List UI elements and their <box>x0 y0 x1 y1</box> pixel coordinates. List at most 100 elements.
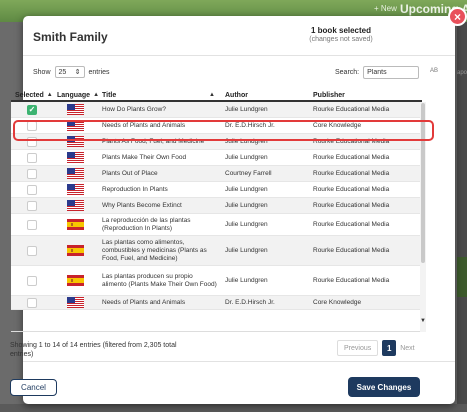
us-flag-icon <box>67 168 84 179</box>
column-author[interactable]: Author <box>221 88 309 102</box>
column-title[interactable]: Title ▲ <box>98 88 221 102</box>
page-1-button[interactable]: 1 <box>382 340 397 356</box>
column-language-label: Language <box>57 91 91 99</box>
entries-select[interactable]: 25 ⇕ <box>54 66 85 78</box>
language-cell <box>53 198 98 213</box>
language-cell <box>53 236 98 265</box>
checkbox[interactable] <box>27 219 37 230</box>
us-flag-icon <box>67 184 84 195</box>
title-cell: Needs of Plants and Animals <box>102 298 186 306</box>
checkbox[interactable] <box>27 200 37 211</box>
column-author-label: Author <box>225 91 248 99</box>
author-cell: Dr. E.D.Hirsch Jr. <box>225 121 275 129</box>
select-cell <box>11 150 53 165</box>
publisher-cell: Rourke Educational Media <box>313 201 390 209</box>
title-cell: Las plantas producen su propio alimento … <box>102 272 217 288</box>
language-cell <box>53 166 98 181</box>
spain-flag-icon <box>67 219 84 230</box>
publisher-cell: Rourke Educational Media <box>313 246 390 254</box>
checkbox[interactable] <box>27 136 37 147</box>
select-cell <box>11 236 53 265</box>
title-cell: Plants Out of Place <box>102 169 158 177</box>
header-divider <box>23 55 455 56</box>
cancel-button[interactable]: Cancel <box>10 379 57 396</box>
publisher-cell: Rourke Educational Media <box>313 185 390 193</box>
checkbox[interactable] <box>27 152 37 163</box>
checkbox[interactable] <box>27 168 37 179</box>
table-header: Selected ▲ Language ▲ Title ▲ Author Publis… <box>11 88 422 102</box>
column-language[interactable]: Language ▲ <box>53 88 99 102</box>
checkbox[interactable] <box>27 184 37 195</box>
table-row[interactable]: Plants Make Their Own Food Julie Lundgren… <box>11 150 422 166</box>
publisher-cell: Rourke Educational Media <box>313 153 390 161</box>
us-flag-icon <box>67 152 84 163</box>
author-cell: Julie Lundgren <box>225 137 268 145</box>
select-cell <box>11 214 53 235</box>
us-flag-icon <box>67 297 84 308</box>
entries-select-value: 25 <box>58 68 67 76</box>
us-flag-icon <box>67 136 84 147</box>
modal-title: Smith Family <box>33 30 108 44</box>
author-cell: Julie Lundgren <box>225 185 268 193</box>
title-cell: La reproducción de las plantas (Reproduc… <box>102 216 191 232</box>
select-cell <box>11 118 53 133</box>
table-row[interactable]: Plants Out of Place Courtney Farrell Rourk… <box>11 166 422 182</box>
table-row[interactable]: Las plantas como alimentos, combustibles… <box>11 236 422 266</box>
spain-flag-icon <box>67 245 84 256</box>
select-cell <box>11 296 53 309</box>
sort-asc-icon: ▲ <box>209 92 215 98</box>
publisher-cell: Core Knowledge <box>313 298 362 306</box>
new-button[interactable]: + New <box>374 4 397 13</box>
table-row[interactable]: Needs of Plants and Animals Dr. E.D.Hirsc… <box>11 118 422 134</box>
search-control: Search: <box>335 66 420 79</box>
background-right: apo <box>457 22 467 412</box>
selection-count: 1 book selected <box>310 26 372 35</box>
title-cell: Reproduction In Plants <box>102 185 168 193</box>
selection-status: 1 book selected (changes not saved) <box>286 26 396 44</box>
author-cell: Julie Lundgren <box>225 246 268 254</box>
language-cell <box>53 296 98 309</box>
previous-page-button[interactable]: Previous <box>337 340 379 356</box>
table-row[interactable]: Why Plants Become Extinct Julie Lundgren R… <box>11 198 422 214</box>
checkbox[interactable] <box>27 245 37 256</box>
table-row[interactable]: La reproducción de las plantas (Reproduc… <box>11 214 422 236</box>
table-info: Showing 1 to 14 of 14 entries (filtered … <box>10 342 177 358</box>
checkbox[interactable] <box>27 120 37 131</box>
select-cell <box>11 266 53 295</box>
language-cell <box>53 150 98 165</box>
author-cell: Julie Lundgren <box>225 201 268 209</box>
author-cell: Julie Lundgren <box>225 220 268 228</box>
language-cell <box>53 118 98 133</box>
table-row[interactable]: Reproduction In Plants Julie Lundgren Rour… <box>11 182 422 198</box>
author-cell: Julie Lundgren <box>225 276 268 284</box>
us-flag-icon <box>67 200 84 211</box>
publisher-cell: Rourke Educational Media <box>313 220 390 228</box>
table-row[interactable]: Needs of Plants and Animals Dr. E.D.Hirsc… <box>11 296 422 310</box>
background-bottom <box>0 404 467 412</box>
close-icon[interactable]: × <box>448 7 467 26</box>
column-publisher[interactable]: Publisher <box>309 88 422 102</box>
language-cell <box>53 266 98 295</box>
select-cell <box>11 166 53 181</box>
language-cell <box>53 134 98 149</box>
publisher-cell: Core Knowledge <box>313 121 362 129</box>
checkbox[interactable] <box>27 275 37 286</box>
search-input[interactable] <box>363 66 420 79</box>
next-page-button[interactable]: Next <box>400 345 414 352</box>
select-cell <box>11 182 53 197</box>
language-cell <box>53 102 98 117</box>
checkbox-checked[interactable]: ✓ <box>27 104 37 115</box>
publisher-cell: Rourke Educational Media <box>313 137 390 145</box>
column-selected[interactable]: Selected ▲ <box>11 88 53 102</box>
table-row[interactable]: Plants As Food, Fuel, and Medicine Julie … <box>11 134 422 150</box>
author-cell: Courtney Farrell <box>225 169 272 177</box>
checkbox[interactable] <box>27 297 37 308</box>
footer-divider <box>23 361 455 362</box>
table-row[interactable]: Las plantas producen su propio alimento … <box>11 266 422 296</box>
column-selected-label: Selected <box>15 91 44 99</box>
table-scrollbar-thumb[interactable] <box>421 103 425 263</box>
save-changes-button[interactable]: Save Changes <box>348 377 420 397</box>
publisher-cell: Rourke Educational Media <box>313 276 390 284</box>
scroll-down-icon[interactable]: ▼ <box>420 318 426 324</box>
table-row[interactable]: ✓ How Do Plants Grow? Julie Lundgren Rourke… <box>11 102 422 118</box>
